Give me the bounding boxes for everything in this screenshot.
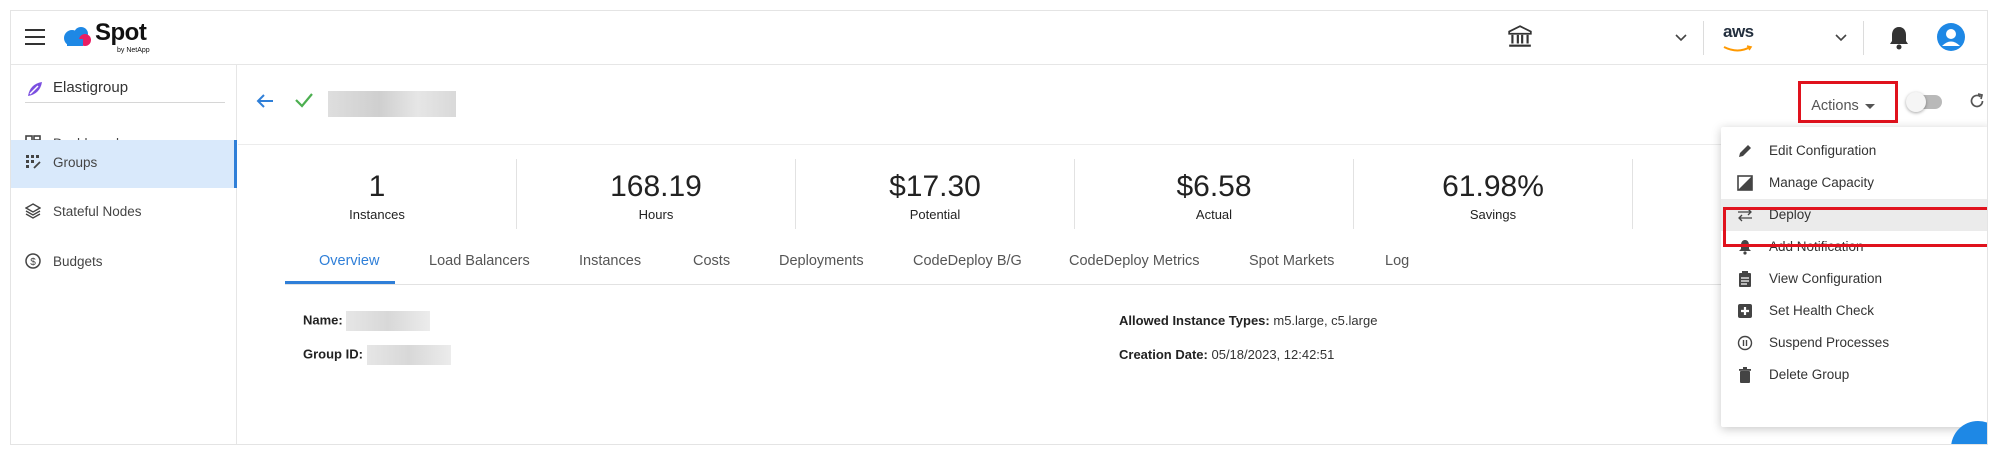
tab-bar: Overview Load Balancers Instances Costs … bbox=[285, 237, 1785, 285]
elastigroup-icon bbox=[28, 82, 42, 96]
pencil-icon bbox=[1739, 145, 1751, 157]
sidebar-item-stateful-nodes[interactable]: Stateful Nodes bbox=[11, 189, 237, 237]
svg-text:$: $ bbox=[30, 257, 36, 268]
trash-icon bbox=[1739, 367, 1751, 383]
stat-label: Hours bbox=[638, 207, 674, 222]
user-avatar[interactable] bbox=[1937, 23, 1965, 51]
sidebar-item-label: Stateful Nodes bbox=[53, 204, 142, 219]
stat-value: $17.30 bbox=[889, 170, 981, 203]
detail-name: Name: bbox=[303, 311, 431, 331]
sidebar-section-title: Elastigroup bbox=[53, 79, 129, 96]
tab-codedeploy-metrics[interactable]: CodeDeploy Metrics bbox=[1069, 253, 1200, 269]
dollar-circle-icon: $ bbox=[25, 253, 41, 269]
detail-label: Group ID: bbox=[303, 346, 363, 362]
menu-item-label: Edit Configuration bbox=[1769, 143, 1877, 158]
tab-overview[interactable]: Overview bbox=[319, 253, 379, 269]
user-icon bbox=[1942, 29, 1960, 46]
group-id-redacted bbox=[366, 345, 451, 365]
tab-instances[interactable]: Instances bbox=[579, 253, 641, 269]
stat-savings: 61.98% Savings bbox=[1354, 159, 1632, 231]
stat-potential: $17.30 Potential bbox=[796, 159, 1074, 231]
detail-label: Allowed Instance Types: bbox=[1119, 313, 1270, 328]
logo-subtext: by NetApp bbox=[117, 47, 150, 54]
menu-item-label: View Configuration bbox=[1769, 271, 1883, 286]
deploy-highlight-box bbox=[1723, 207, 1987, 247]
stat-label: Potential bbox=[909, 207, 961, 222]
top-bar: Spot by NetApp aws bbox=[11, 11, 1987, 65]
refresh-icon[interactable] bbox=[1968, 92, 1986, 110]
bank-icon[interactable] bbox=[1507, 24, 1533, 50]
stat-label: Actual bbox=[1195, 207, 1233, 222]
layers-icon bbox=[25, 203, 41, 219]
cloud-provider-selector[interactable]: aws bbox=[1723, 23, 1754, 58]
menu-item-label: Suspend Processes bbox=[1769, 335, 1890, 350]
sidebar-item-label: Groups bbox=[53, 155, 98, 170]
detail-value: m5.large, c5.large bbox=[1273, 313, 1378, 328]
menu-item-delete-group[interactable]: Delete Group bbox=[1721, 359, 1987, 391]
stat-instances: 1 Instances bbox=[238, 159, 516, 231]
detail-value: 05/18/2023, 12:42:51 bbox=[1211, 347, 1335, 362]
menu-item-suspend-processes[interactable]: Suspend Processes bbox=[1721, 327, 1987, 359]
detail-instance-types: Allowed Instance Types: m5.large, c5.lar… bbox=[1119, 313, 1377, 328]
stat-value: 1 bbox=[368, 170, 386, 203]
tab-codedeploy-bg[interactable]: CodeDeploy B/G bbox=[913, 253, 1022, 269]
sidebar-item-budgets[interactable]: $ Budgets bbox=[11, 239, 237, 287]
menu-item-manage-capacity[interactable]: Manage Capacity bbox=[1721, 167, 1987, 199]
toggle-knob bbox=[1906, 92, 1926, 112]
stat-actual: $6.58 Actual bbox=[1075, 159, 1353, 231]
stat-value: 168.19 bbox=[610, 170, 702, 203]
stat-divider bbox=[1632, 159, 1633, 229]
stat-label: Instances bbox=[349, 207, 405, 222]
plus-box-icon bbox=[1738, 304, 1752, 318]
detail-label: Creation Date: bbox=[1119, 347, 1208, 362]
stat-hours: 168.19 Hours bbox=[517, 159, 795, 231]
detail-group-id: Group ID: bbox=[303, 345, 451, 365]
capacity-icon bbox=[1737, 175, 1753, 191]
actions-highlight-box bbox=[1798, 81, 1898, 123]
group-toggle[interactable] bbox=[1906, 92, 1942, 112]
clipboard-icon bbox=[1739, 271, 1751, 287]
sidebar-item-label: Budgets bbox=[53, 254, 103, 269]
menu-item-set-health-check[interactable]: Set Health Check bbox=[1721, 295, 1987, 327]
group-name-redacted bbox=[328, 91, 456, 117]
tab-log[interactable]: Log bbox=[1385, 253, 1409, 269]
tab-load-balancers[interactable]: Load Balancers bbox=[429, 253, 530, 269]
tab-spot-markets[interactable]: Spot Markets bbox=[1249, 253, 1334, 269]
cloud-logo-icon bbox=[64, 27, 91, 46]
groups-icon bbox=[26, 155, 41, 169]
notifications-bell-icon[interactable] bbox=[1887, 25, 1911, 51]
detail-label: Name: bbox=[303, 312, 343, 328]
stat-value: $6.58 bbox=[1176, 170, 1252, 203]
logo-text: Spot bbox=[95, 19, 147, 46]
status-check-icon bbox=[295, 93, 313, 108]
detail-creation-date: Creation Date: 05/18/2023, 12:42:51 bbox=[1119, 347, 1334, 362]
tab-deployments[interactable]: Deployments bbox=[779, 253, 864, 269]
hamburger-menu-icon[interactable] bbox=[25, 29, 45, 45]
stat-value: 61.98% bbox=[1442, 170, 1544, 203]
back-arrow-icon[interactable] bbox=[256, 93, 274, 109]
tab-costs[interactable]: Costs bbox=[693, 253, 730, 269]
menu-item-label: Manage Capacity bbox=[1769, 175, 1875, 190]
aws-smile-icon bbox=[1723, 45, 1753, 52]
divider bbox=[1863, 21, 1864, 55]
active-tab-indicator bbox=[285, 281, 395, 284]
chevron-down-icon[interactable] bbox=[1835, 33, 1847, 43]
sidebar: Elastigroup Dashboard Groups Sta bbox=[11, 65, 237, 444]
menu-item-label: Set Health Check bbox=[1769, 303, 1875, 318]
name-redacted bbox=[346, 311, 431, 331]
aws-logo-text: aws bbox=[1723, 22, 1754, 41]
sidebar-section-header[interactable]: Elastigroup bbox=[25, 77, 225, 103]
actions-menu: Edit Configuration Manage Capacity Deplo… bbox=[1721, 127, 1987, 427]
menu-item-edit-configuration[interactable]: Edit Configuration bbox=[1721, 135, 1987, 167]
app-window: Spot by NetApp aws Elastigroup Groups St… bbox=[10, 10, 1988, 445]
divider bbox=[1703, 21, 1704, 55]
pause-circle-icon bbox=[1737, 335, 1753, 351]
menu-item-view-configuration[interactable]: View Configuration bbox=[1721, 263, 1987, 295]
menu-item-label: Delete Group bbox=[1769, 367, 1850, 382]
stat-label: Savings bbox=[1469, 207, 1517, 222]
sidebar-item-groups-row[interactable]: Groups bbox=[11, 140, 237, 188]
chevron-down-icon[interactable] bbox=[1675, 33, 1687, 43]
